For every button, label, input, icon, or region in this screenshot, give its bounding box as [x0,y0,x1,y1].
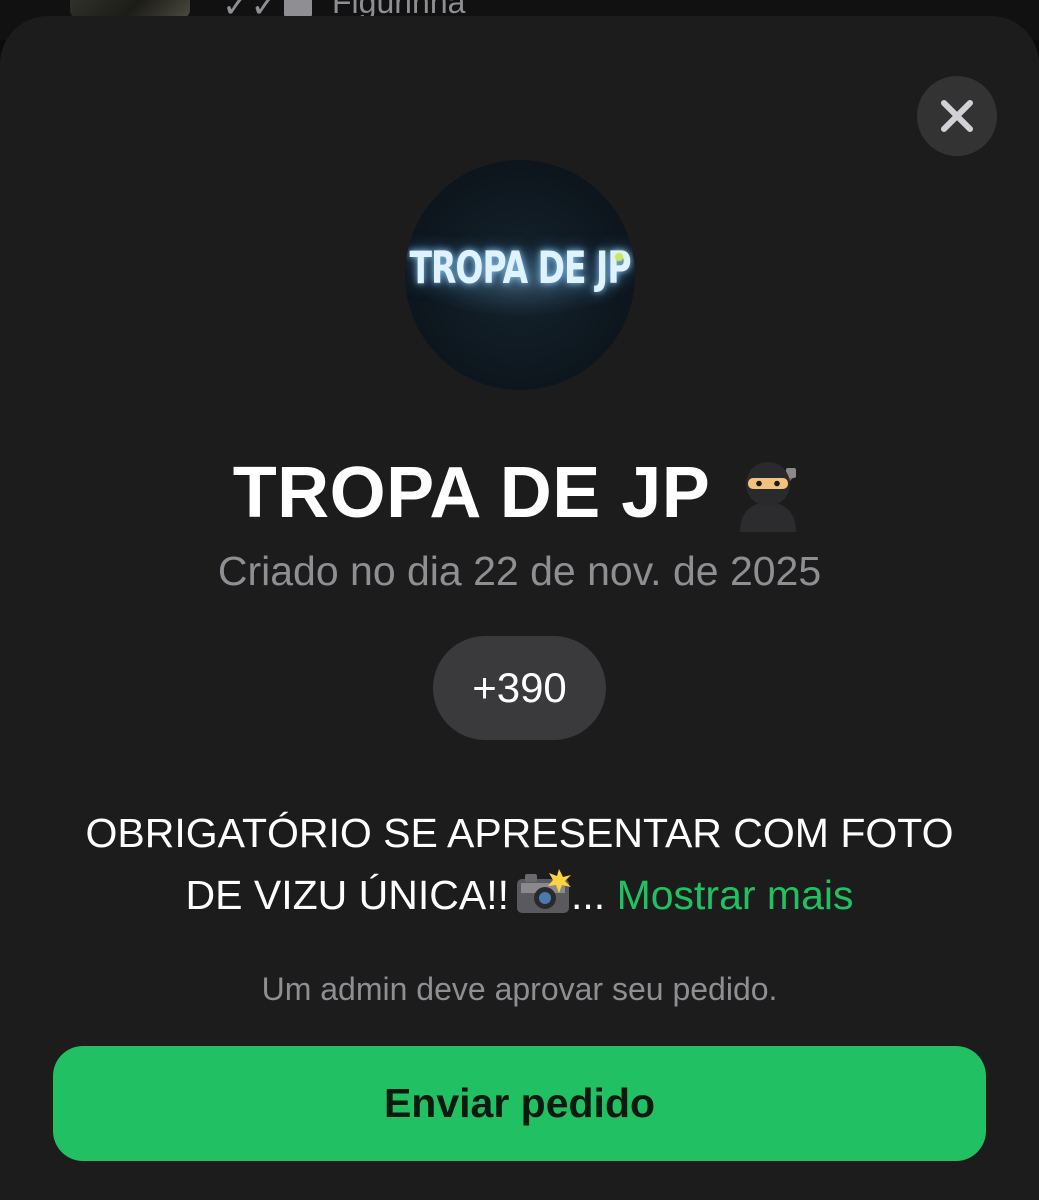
group-description: OBRIGATÓRIO SE APRESENTAR COM FOTO DE VI… [40,802,999,926]
close-icon [941,100,973,132]
send-request-button[interactable]: Enviar pedido [53,1046,986,1161]
description-line-2: DE VIZU ÚNICA!! [185,872,509,918]
group-title-row: TROPA DE JP [0,452,1039,534]
created-date: Criado no dia 22 de nov. de 2025 [217,548,822,594]
ninja-icon [740,462,797,532]
send-request-label: Enviar pedido [383,1080,656,1126]
camera-flash-icon [516,869,571,913]
members-count-pill[interactable]: +390 [433,636,606,740]
approval-note: Um admin deve aprovar seu pedido. [261,971,778,1007]
description-line-1: OBRIGATÓRIO SE APRESENTAR COM FOTO [85,810,954,856]
group-avatar: TROPA DE JP [405,160,635,390]
avatar-spark [615,253,623,261]
show-more-link[interactable]: Mostrar mais [617,872,854,918]
members-count: +390 [472,664,567,711]
group-name: TROPA DE JP [232,453,711,533]
description-line-2-row: DE VIZU ÚNICA!! ... Mostrar mais [40,864,999,926]
description-ellipsis: ... [570,872,606,918]
avatar-logo-text: TROPA DE JP [409,241,631,294]
group-invite-sheet: TROPA DE JP TROPA DE JP Criado no dia 22… [0,16,1039,1200]
close-button[interactable] [917,76,997,156]
